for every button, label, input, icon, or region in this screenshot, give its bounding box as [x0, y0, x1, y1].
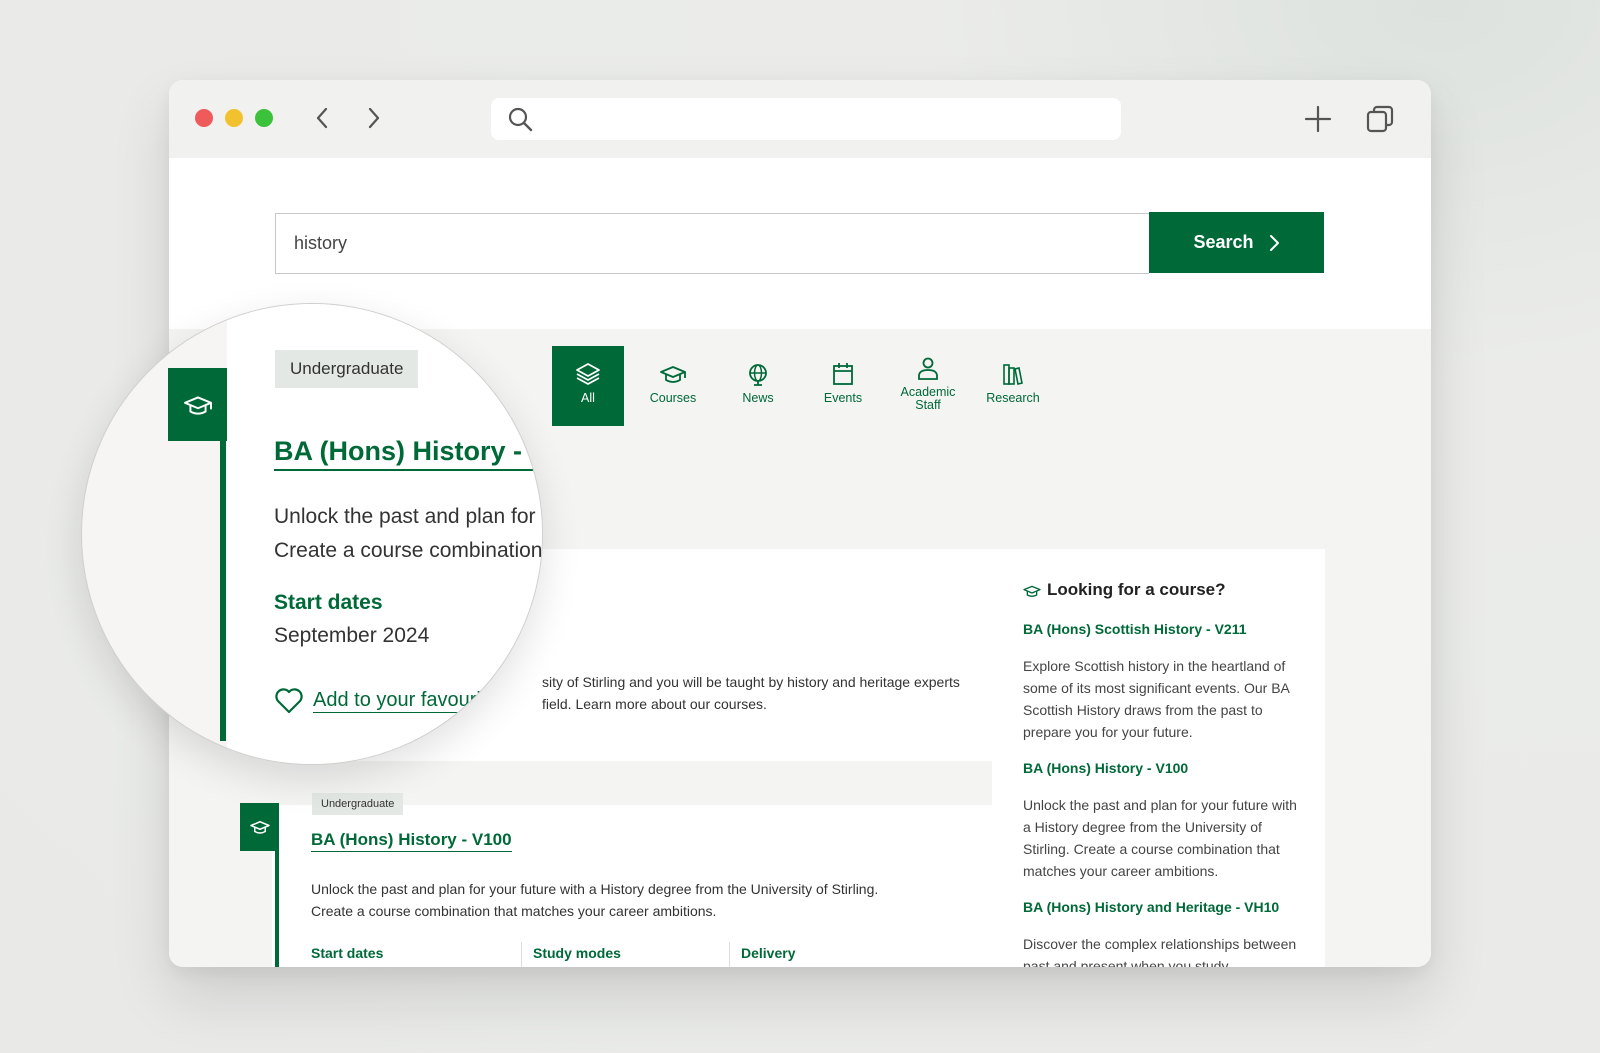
result-description-line: Unlock the past and plan for your future…: [274, 505, 542, 528]
result-description: Create a course combination that matches…: [311, 903, 717, 919]
books-icon: [1003, 364, 1023, 385]
suggested-course-link[interactable]: BA (Hons) History - V100: [1023, 760, 1188, 776]
add-to-favourites-link[interactable]: Add to your favourites: [313, 689, 508, 713]
course-type-badge: [168, 368, 227, 441]
magnifier-lens: Undergraduate BA (Hons) History - V100 U…: [81, 303, 543, 765]
course-type-badge: [240, 803, 279, 851]
new-tab-button[interactable]: [1301, 102, 1335, 136]
plus-icon: [1304, 105, 1332, 133]
start-dates-value: September 2024: [274, 624, 430, 647]
tab-overview-button[interactable]: [1363, 102, 1397, 136]
filter-label: Research: [986, 391, 1040, 405]
layers-icon: [576, 363, 600, 385]
suggested-course-description: Discover the complex relationships betwe…: [1023, 936, 1297, 967]
meta-divider: [729, 942, 730, 967]
address-bar[interactable]: [491, 98, 1121, 140]
search-input[interactable]: history: [275, 213, 1149, 274]
graduation-cap-icon: [1023, 585, 1041, 597]
result-title-link[interactable]: BA (Hons) History - V100: [311, 830, 512, 852]
filter-label: News: [742, 391, 774, 405]
tabs-icon: [1366, 105, 1394, 133]
filter-tab-courses[interactable]: Courses: [637, 346, 709, 426]
forward-button[interactable]: [359, 104, 387, 132]
filter-label: All: [581, 391, 595, 405]
result-description: Unlock the past and plan for your future…: [274, 500, 543, 568]
suggested-course-description: Explore Scottish history in the heartlan…: [1023, 658, 1290, 740]
suggested-course-description: Unlock the past and plan for your future…: [1023, 797, 1297, 879]
filter-label: Events: [823, 391, 863, 405]
result-description: Unlock the past and plan for your future…: [311, 881, 879, 897]
calendar-icon: [833, 363, 853, 385]
filter-label: Academic Staff: [900, 385, 956, 412]
close-window-button[interactable]: [195, 109, 213, 127]
minimize-window-button[interactable]: [225, 109, 243, 127]
meta-divider: [521, 942, 522, 967]
graduation-cap-icon: [249, 821, 270, 834]
filter-tab-all[interactable]: All: [552, 346, 624, 426]
chevron-right-icon: [368, 107, 380, 129]
filter-tab-news[interactable]: News: [722, 346, 794, 426]
search-icon: [508, 107, 533, 132]
heart-icon[interactable]: [274, 687, 304, 715]
start-dates-label: Start dates: [274, 591, 383, 614]
maximize-window-button[interactable]: [255, 109, 273, 127]
filter-label: Courses: [649, 391, 697, 405]
result-description-partial: field. Learn more about our courses.: [542, 696, 767, 712]
chevron-left-icon: [316, 107, 328, 129]
panel-title: Looking for a course?: [1047, 580, 1226, 599]
globe-icon: [749, 364, 767, 386]
browser-toolbar: [169, 80, 1431, 158]
course-level-tag: Undergraduate: [275, 350, 419, 388]
graduation-cap-icon: [183, 395, 212, 415]
search-button-label: Search: [1193, 232, 1254, 252]
back-button[interactable]: [309, 104, 337, 132]
filter-tab-academic-staff[interactable]: Academic Staff: [892, 340, 964, 420]
meta-delivery-label: Delivery: [741, 945, 796, 961]
filter-tab-events[interactable]: Events: [807, 346, 879, 426]
chevron-right-icon: [1269, 234, 1279, 251]
person-icon: [918, 357, 938, 380]
meta-study-modes-label: Study modes: [533, 945, 621, 961]
course-level-tag: Undergraduate: [312, 793, 404, 815]
graduation-cap-icon: [660, 366, 686, 383]
suggested-course-link[interactable]: BA (Hons) Scottish History - V211: [1023, 621, 1247, 637]
result-accent-bar: [220, 441, 226, 741]
result-title-link[interactable]: BA (Hons) History - V100: [274, 436, 542, 471]
result-description-partial: sity of Stirling and you will be taught …: [542, 674, 960, 690]
filter-tab-research[interactable]: Research: [977, 346, 1049, 426]
search-button[interactable]: Search: [1149, 212, 1324, 273]
result-description-line: Create a course combination that matches…: [274, 539, 543, 562]
meta-start-dates-label: Start dates: [311, 945, 384, 961]
suggested-course-link[interactable]: BA (Hons) History and Heritage - VH10: [1023, 899, 1279, 915]
result-accent-bar: [275, 851, 279, 967]
